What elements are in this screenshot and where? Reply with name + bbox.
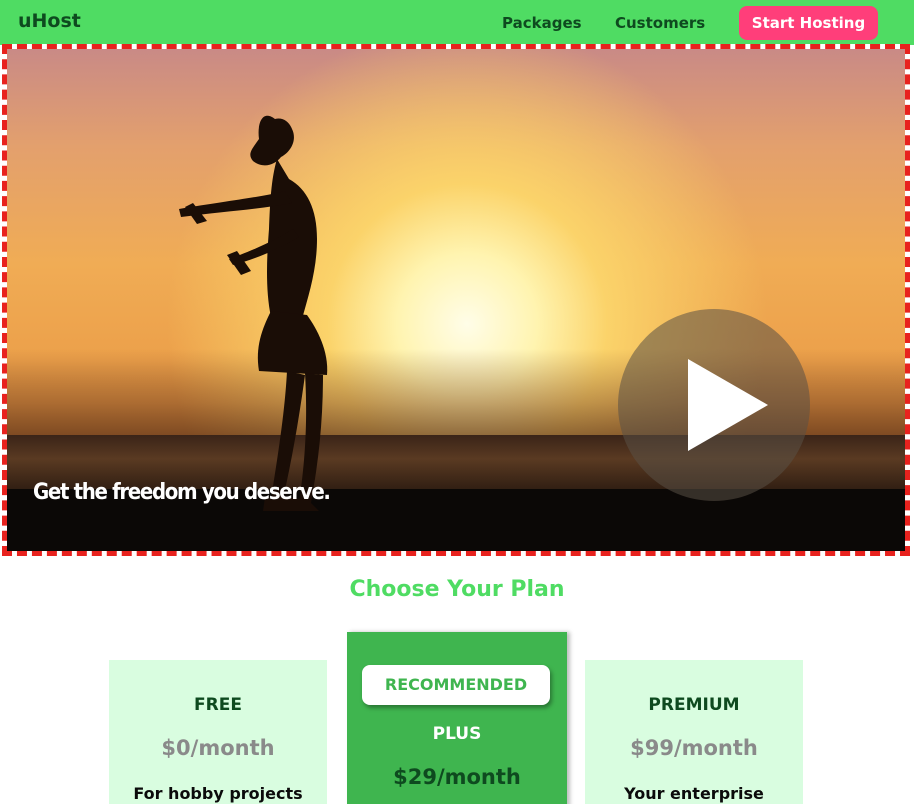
plan-price: $0/month (161, 736, 275, 760)
plan-card-premium[interactable]: PREMIUM $99/month Your enterprise (585, 660, 803, 804)
woman-silhouette (179, 115, 328, 511)
plan-name: FREE (194, 695, 242, 715)
play-icon (688, 359, 768, 451)
start-hosting-button[interactable]: Start Hosting (739, 6, 878, 40)
main-header: uHost Packages Customers Start Hosting (0, 0, 914, 45)
plan-price: $99/month (630, 736, 758, 760)
hero-caption: Get the freedom you deserve. (33, 480, 331, 505)
plan-description: For hobby projects (133, 784, 303, 803)
nav-link-packages[interactable]: Packages (502, 14, 582, 32)
recommended-badge: RECOMMENDED (362, 665, 550, 705)
nav-link-customers[interactable]: Customers (615, 14, 705, 32)
plan-price: $29/month (393, 765, 521, 789)
brand-logo[interactable]: uHost (18, 10, 81, 32)
plan-name: PLUS (432, 724, 482, 744)
plan-card-free[interactable]: FREE $0/month For hobby projects (109, 660, 327, 804)
plans-title: Choose Your Plan (349, 577, 565, 602)
hero-image: Get the freedom you deserve. (7, 49, 905, 551)
plan-name: PREMIUM (648, 695, 740, 715)
plan-description: Your enterprise (624, 784, 764, 803)
play-video-button[interactable] (618, 309, 810, 501)
plan-card-plus[interactable]: RECOMMENDED PLUS $29/month (347, 632, 567, 804)
hero-section: Get the freedom you deserve. (2, 44, 910, 556)
